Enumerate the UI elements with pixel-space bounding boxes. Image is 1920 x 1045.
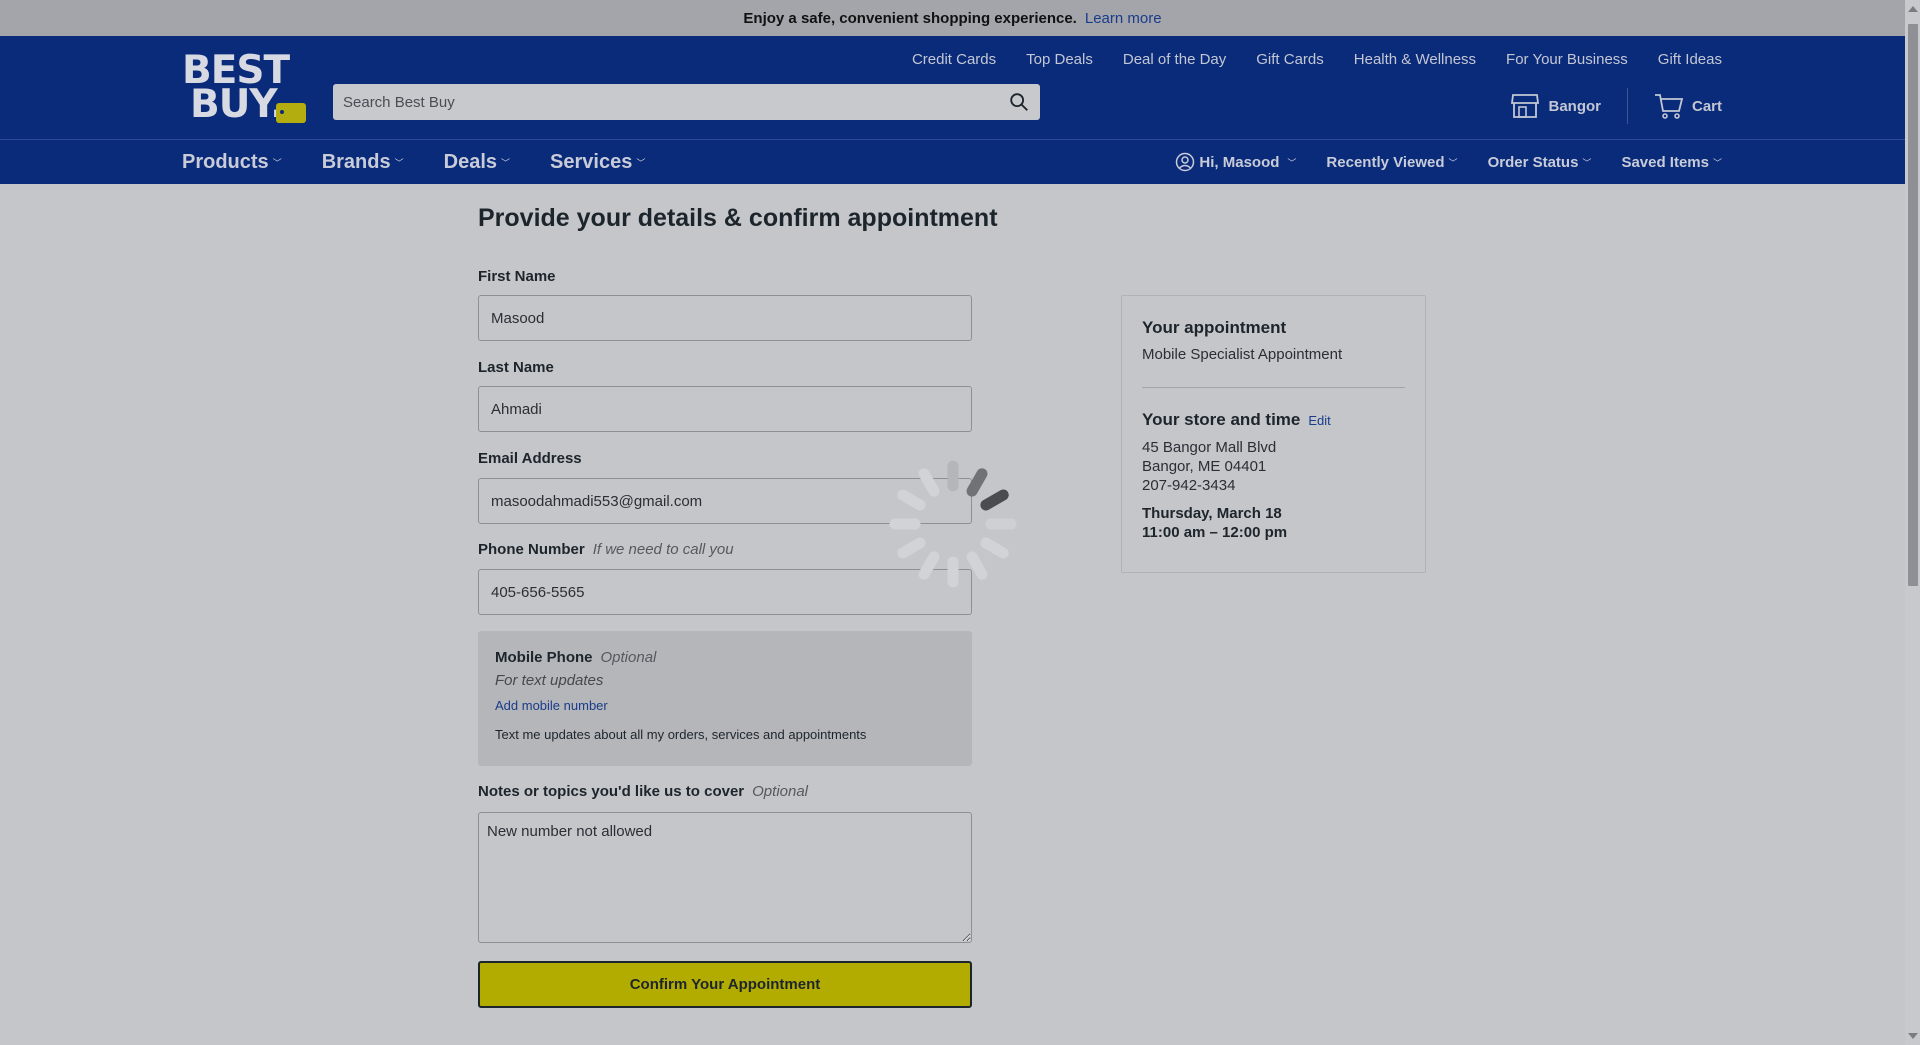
- appointment-date: Thursday, March 18: [1142, 505, 1282, 522]
- deal-of-the-day-link[interactable]: Deal of the Day: [1123, 51, 1226, 68]
- order-status-label: Order Status: [1487, 153, 1579, 171]
- address-line-2: Bangor, ME 04401: [1142, 458, 1267, 475]
- scroll-thumb[interactable]: [1908, 24, 1918, 586]
- store-button[interactable]: Bangor: [1510, 92, 1601, 120]
- recently-viewed-label: Recently Viewed: [1326, 153, 1445, 171]
- store-label: Bangor: [1548, 97, 1601, 115]
- last-name-field[interactable]: [478, 386, 972, 432]
- user-circle-icon: [1176, 152, 1195, 172]
- announcement-text: Enjoy a safe, convenient shopping experi…: [743, 9, 1077, 27]
- chevron-down-icon: ﹀: [1287, 157, 1297, 168]
- logo-tag-icon: [276, 103, 306, 123]
- email-label: Email Address: [478, 450, 582, 467]
- saved-items-label: Saved Items: [1621, 153, 1709, 171]
- store-icon: [1511, 94, 1540, 118]
- nav-products-label: Products: [182, 150, 269, 173]
- phone-label: Phone Number If we need to call you: [478, 541, 734, 558]
- notes-label: Notes or topics you'd like us to cover Op…: [478, 783, 808, 800]
- nav-products[interactable]: Products ﹀: [182, 151, 282, 174]
- nav-services-label: Services: [550, 150, 633, 173]
- chevron-down-icon: ﹀: [1582, 158, 1592, 169]
- appointment-type: Mobile Specialist Appointment: [1142, 346, 1343, 363]
- first-name-field[interactable]: [478, 295, 972, 341]
- page-title: Provide your details & confirm appointme…: [478, 204, 998, 232]
- mobile-phone-heading: Mobile Phone Optional: [495, 649, 955, 666]
- header-divider: [1626, 88, 1628, 124]
- store-phone: 207-942-3434: [1142, 477, 1236, 494]
- appointment-when: Thursday, March 18 11:00 am – 12:00 pm: [1142, 504, 1405, 542]
- gift-cards-link[interactable]: Gift Cards: [1256, 51, 1324, 68]
- scroll-down-icon[interactable]: [1908, 1033, 1918, 1039]
- page-scrollbar[interactable]: [1905, 0, 1920, 1045]
- cart-icon: [1654, 94, 1684, 119]
- phone-hint: If we need to call you: [592, 541, 734, 558]
- search-input[interactable]: [343, 93, 1008, 111]
- scroll-up-icon[interactable]: [1908, 6, 1918, 12]
- phone-label-text: Phone Number: [478, 541, 585, 558]
- mobile-optional: Optional: [600, 649, 657, 666]
- store-address: 45 Bangor Mall Blvd Bangor, ME 04401 207…: [1142, 438, 1405, 495]
- nav-left: Products ﹀ Brands ﹀ Deals ﹀ Services ﹀: [182, 140, 645, 184]
- for-your-business-link[interactable]: For Your Business: [1506, 51, 1628, 68]
- text-updates-text: Text me updates about all my orders, ser…: [495, 727, 867, 742]
- nav-deals-label: Deals: [443, 150, 497, 173]
- store-cart-area: Bangor Cart: [1510, 88, 1722, 124]
- loading-spinner-icon: [889, 460, 1017, 588]
- chevron-down-icon: ﹀: [394, 157, 404, 168]
- search-bar: [333, 84, 1040, 120]
- nav-deals[interactable]: Deals ﹀: [444, 151, 510, 174]
- first-name-label: First Name: [478, 268, 556, 285]
- order-status-menu[interactable]: Order Status ﹀: [1488, 154, 1592, 171]
- notes-optional: Optional: [752, 783, 809, 800]
- learn-more-link[interactable]: Learn more: [1085, 10, 1162, 27]
- confirm-appointment-button[interactable]: Confirm Your Appointment: [478, 961, 972, 1008]
- add-mobile-link[interactable]: Add mobile number: [495, 698, 955, 713]
- last-name-input[interactable]: [491, 400, 959, 418]
- gift-ideas-link[interactable]: Gift Ideas: [1658, 51, 1722, 68]
- health-wellness-link[interactable]: Health & Wellness: [1354, 51, 1476, 68]
- mobile-phone-label: Mobile Phone: [495, 649, 593, 666]
- recently-viewed-menu[interactable]: Recently Viewed ﹀: [1326, 154, 1457, 171]
- cart-label: Cart: [1691, 97, 1722, 115]
- store-time-heading: Your store and time Edit: [1142, 410, 1405, 430]
- address-line-1: 45 Bangor Mall Blvd: [1142, 439, 1277, 456]
- mobile-phone-section: Mobile Phone Optional For text updates Ad…: [478, 631, 972, 766]
- card-divider: [1142, 387, 1405, 388]
- mobile-subtext: For text updates: [495, 672, 604, 689]
- account-menu[interactable]: Hi, Masood ﹀: [1175, 152, 1296, 172]
- top-links: Credit Cards Top Deals Deal of the Day G…: [912, 51, 1722, 68]
- store-time-heading-text: Your store and time: [1142, 410, 1301, 429]
- nav-brands-label: Brands: [321, 150, 391, 173]
- notes-textarea[interactable]: New number not allowed: [478, 812, 972, 943]
- appointment-time: 11:00 am – 12:00 pm: [1142, 524, 1288, 541]
- chevron-down-icon: ﹀: [272, 157, 282, 168]
- chevron-down-icon: ﹀: [1448, 158, 1458, 169]
- notes-label-text: Notes or topics you'd like us to cover: [478, 783, 745, 800]
- nav-services[interactable]: Services ﹀: [550, 151, 645, 174]
- chevron-down-icon: ﹀: [636, 157, 646, 168]
- chevron-down-icon: ﹀: [501, 157, 511, 168]
- logo-line-2: BUY.: [190, 82, 285, 127]
- cart-button[interactable]: Cart: [1654, 92, 1722, 120]
- credit-cards-link[interactable]: Credit Cards: [912, 51, 996, 68]
- announcement-bar: Enjoy a safe, convenient shopping experi…: [0, 0, 1905, 36]
- chevron-down-icon: ﹀: [1712, 158, 1722, 169]
- account-label: Hi, Masood: [1199, 153, 1280, 171]
- site-header: BEST BUY. Credit Cards Top Deals Deal of…: [0, 36, 1905, 139]
- edit-link[interactable]: Edit: [1308, 413, 1330, 428]
- main-nav: Products ﹀ Brands ﹀ Deals ﹀ Services ﹀ Hi, M…: [0, 139, 1905, 184]
- first-name-input[interactable]: [491, 309, 959, 327]
- search-icon[interactable]: [1008, 91, 1030, 113]
- nav-right: Hi, Masood ﹀ Recently Viewed ﹀ Order Statu…: [1175, 140, 1722, 184]
- appointment-heading: Your appointment: [1142, 318, 1287, 337]
- best-buy-logo[interactable]: BEST BUY.: [180, 50, 308, 126]
- last-name-label: Last Name: [478, 359, 554, 376]
- nav-brands[interactable]: Brands ﹀: [322, 151, 404, 174]
- appointment-summary-card: Your appointment Mobile Specialist Appoi…: [1121, 295, 1426, 573]
- top-deals-link[interactable]: Top Deals: [1026, 51, 1093, 68]
- saved-items-menu[interactable]: Saved Items ﹀: [1621, 154, 1722, 171]
